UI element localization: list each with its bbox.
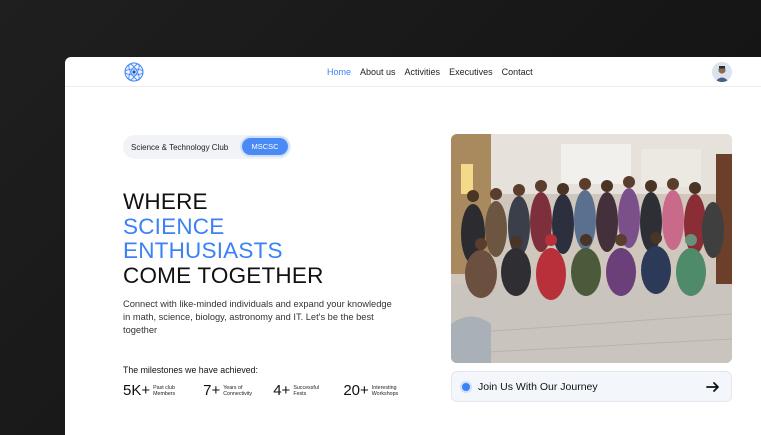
- headline-line-4: COME TOGETHER: [123, 262, 324, 288]
- milestones-stats: 5K+ Past club Members 7+ Years of Connec…: [123, 382, 422, 399]
- stat-value: 5K+: [123, 382, 151, 399]
- stat-value: 4+: [273, 382, 291, 399]
- status-dot-icon: [462, 383, 470, 391]
- headline-line-2: SCIENCE: [123, 213, 225, 239]
- stat-value: 7+: [203, 382, 221, 399]
- club-logo-icon[interactable]: [122, 61, 146, 83]
- hero-description: Connect with like-minded individuals and…: [123, 299, 392, 335]
- nav-link-activities[interactable]: Activities: [405, 67, 441, 77]
- user-avatar[interactable]: [712, 62, 732, 82]
- stat-members: 5K+ Past club Members: [123, 382, 187, 399]
- stat-label: Successful Fests: [293, 384, 319, 397]
- navbar: Home About us Activities Executives Cont…: [65, 57, 761, 87]
- nav-link-executives[interactable]: Executives: [449, 67, 493, 77]
- headline-line-1: WHERE: [123, 189, 208, 214]
- arrow-right-icon[interactable]: [705, 379, 721, 395]
- stat-label: Interesting Workshops: [371, 384, 399, 397]
- stat-label: Years of Connectivity: [223, 384, 253, 397]
- nav-link-about[interactable]: About us: [360, 67, 396, 77]
- nav-link-contact[interactable]: Contact: [502, 67, 533, 77]
- hero-headline: WHERE SCIENCE ENTHUSIASTS COME TOGETHER: [123, 189, 324, 288]
- milestones-title: The milestones we have achieved:: [123, 365, 258, 375]
- join-us-button[interactable]: Join Us With Our Journey: [451, 371, 732, 402]
- stat-fests: 4+ Successful Fests: [273, 382, 327, 399]
- club-pill: Science & Technology Club MSCSC: [123, 135, 291, 159]
- stat-workshops: 20+ Interesting Workshops: [343, 382, 405, 399]
- group-photo: [451, 134, 732, 363]
- club-badge[interactable]: MSCSC: [242, 138, 288, 155]
- nav-link-home[interactable]: Home: [327, 67, 351, 77]
- nav-links: Home About us Activities Executives Cont…: [327, 57, 533, 87]
- headline-line-3: ENTHUSIASTS: [123, 238, 283, 263]
- browser-window: Home About us Activities Executives Cont…: [65, 57, 761, 435]
- stat-years: 7+ Years of Connectivity: [203, 382, 257, 399]
- club-name: Science & Technology Club: [131, 142, 229, 152]
- stat-value: 20+: [343, 382, 369, 399]
- stat-label: Past club Members: [153, 384, 176, 397]
- join-us-label: Join Us With Our Journey: [478, 381, 598, 393]
